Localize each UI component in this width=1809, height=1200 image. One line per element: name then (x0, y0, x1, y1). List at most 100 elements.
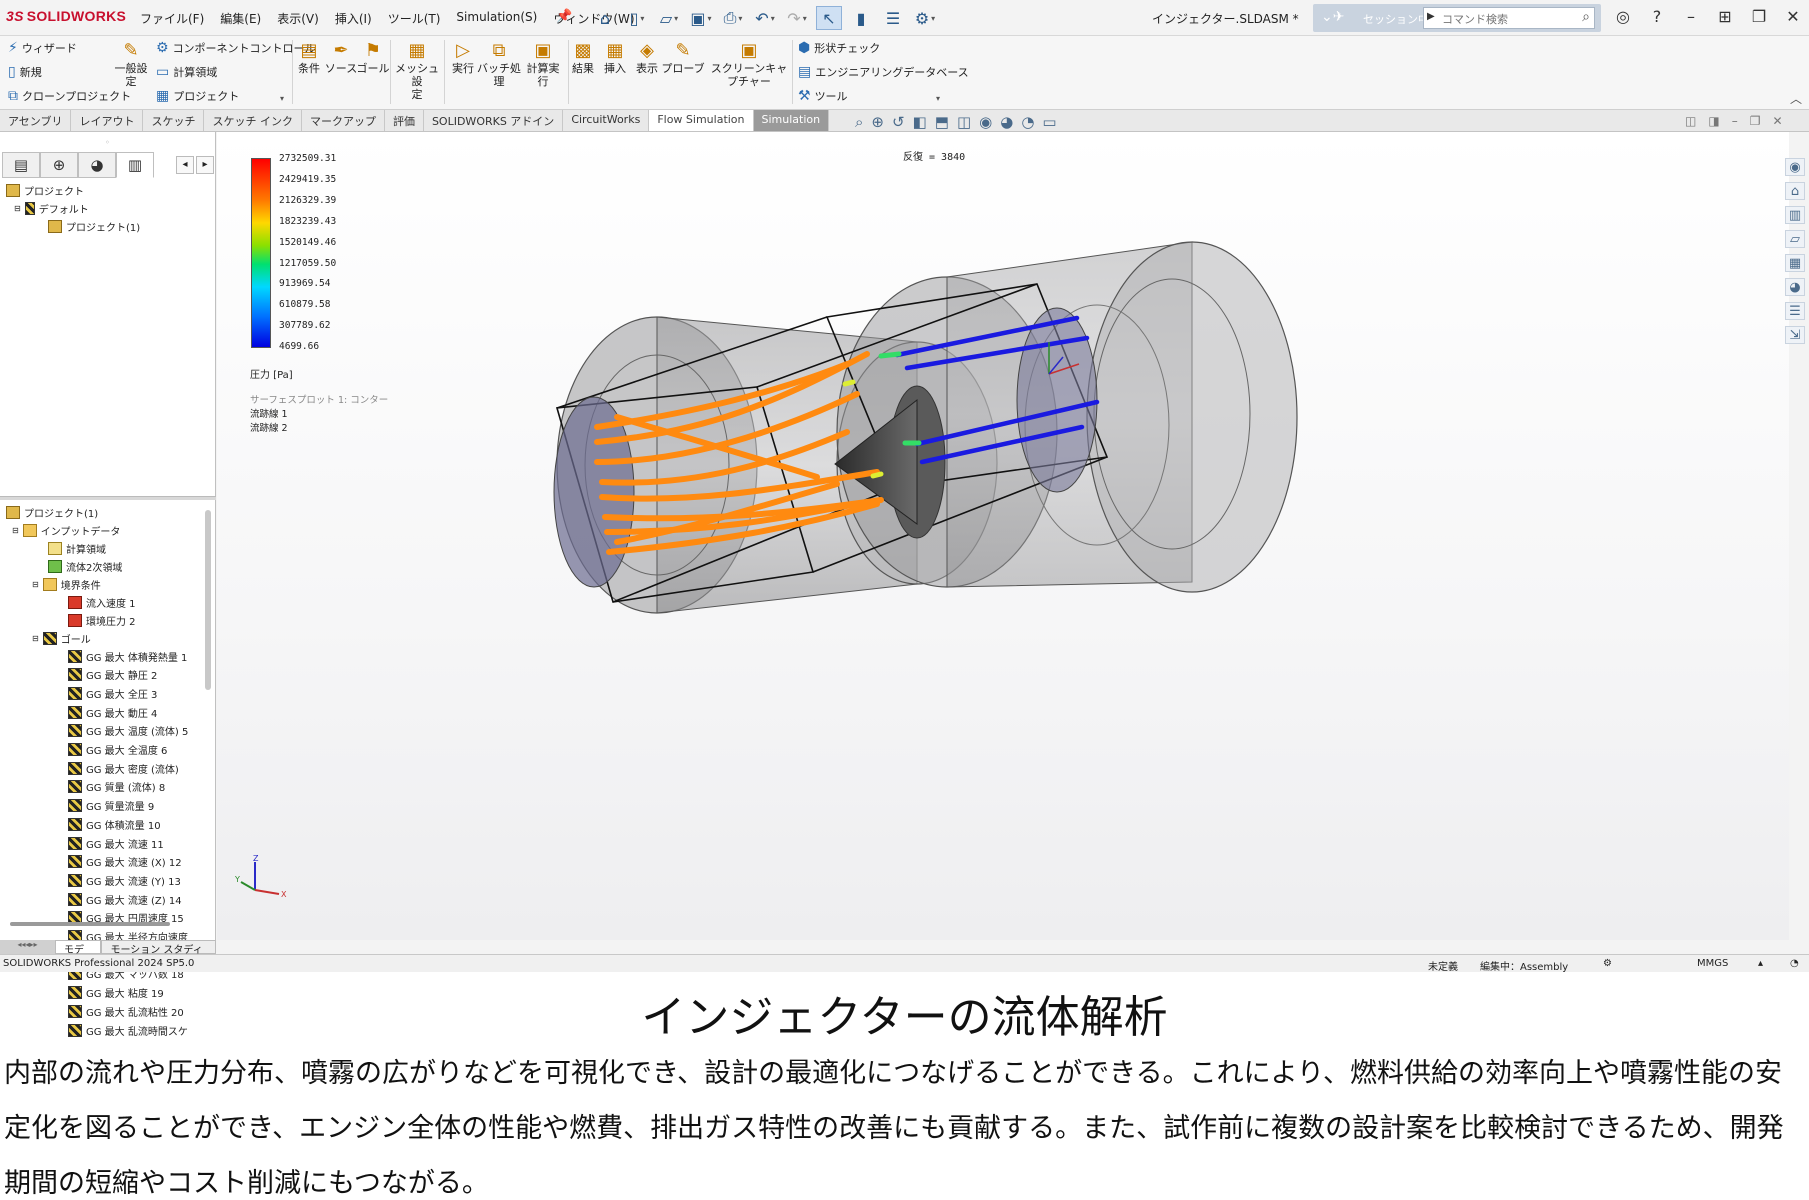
tree-item-goal[interactable]: GG 質量 (流体) 8 (68, 779, 165, 795)
pin-icon[interactable]: 📌 (556, 9, 572, 24)
model-tab-navigation-icon[interactable]: ◂◂◂▸▸ (0, 940, 55, 954)
tab-assembly[interactable]: アセンブリ (0, 110, 72, 131)
edit-appearance-icon[interactable]: ◕ (1000, 113, 1013, 131)
menu-insert[interactable]: 挿入(I) (327, 10, 380, 27)
display-style-icon[interactable]: ◫ (957, 113, 971, 131)
tree-item-goal[interactable]: GG 最大 全温度 6 (68, 742, 167, 758)
menu-simulation[interactable]: Simulation(S) (448, 10, 545, 27)
property-manager-tab-icon[interactable]: ⊕ (40, 152, 78, 178)
custom-properties-icon[interactable]: ☰ (1785, 302, 1805, 320)
tree-item-goal[interactable]: GG 最大 流速 (Y) 13 (68, 872, 181, 888)
panel-splitter[interactable] (0, 496, 216, 500)
tree-item-goal[interactable]: GG 体積流量 10 (68, 816, 161, 832)
tree-item-root[interactable]: プロジェクト(1) (6, 504, 98, 520)
view-palette-icon[interactable]: ▦ (1785, 254, 1805, 272)
panel-grip-icon[interactable]: ◦ (105, 138, 110, 147)
menu-edit[interactable]: 編集(E) (212, 10, 269, 27)
zoom-to-area-icon[interactable]: ⊕ (871, 113, 884, 131)
appearance-tab-icon[interactable]: ◕ (78, 152, 116, 178)
tree-item-environment-pressure[interactable]: 環境圧力 2 (68, 612, 136, 628)
probe-button[interactable]: ✎ プローブ (660, 40, 706, 75)
tab-circuitworks[interactable]: CircuitWorks (563, 110, 650, 131)
view-settings-icon[interactable]: ▭ (1042, 113, 1056, 131)
tree-item-goal[interactable]: GG 最大 動圧 4 (68, 704, 157, 720)
flow-analysis-tab-icon[interactable]: ▥ (116, 152, 154, 178)
previous-view-icon[interactable]: ↺ (892, 113, 905, 131)
viewport-minimize-icon[interactable]: – (1732, 114, 1738, 128)
screen-capture-button[interactable]: ▣ スクリーンキャプチャー (706, 40, 792, 88)
viewport-split-icon[interactable]: ◨ (1708, 114, 1719, 128)
mesh-settings-button[interactable]: ▦ メッシュ設 定 (394, 40, 440, 101)
viewport-tile-icon[interactable]: ◫ (1685, 114, 1696, 128)
clone-project-button[interactable]: ⧉ クローンプロジェクト (8, 88, 131, 104)
tree-item-goal[interactable]: GG 最大 流速 (Z) 14 (68, 891, 182, 907)
section-view-icon[interactable]: ◧ (913, 113, 927, 131)
tree-item-project-1[interactable]: プロジェクト(1) (48, 218, 140, 234)
minimize-icon[interactable]: – (1680, 7, 1702, 26)
options-gear-icon[interactable]: ⚙ ▾ (912, 6, 938, 30)
check-geometry-button[interactable]: ⬢ 形状チェック (798, 40, 880, 56)
tab-solidworks-addins[interactable]: SOLIDWORKS アドイン (424, 110, 564, 131)
design-library-icon[interactable]: ▥ (1785, 206, 1805, 224)
close-icon[interactable]: ✕ (1782, 7, 1804, 26)
tree-item-input-data[interactable]: ⊟ インプットデータ (12, 522, 120, 538)
appearances-icon[interactable]: ◕ (1785, 278, 1805, 296)
menu-file[interactable]: ファイル(F) (132, 10, 212, 27)
new-document-icon[interactable]: ▯ ▾ (624, 6, 650, 30)
solidworks-logo[interactable]: 3S SOLIDWORKS (6, 8, 126, 24)
select-icon[interactable]: ↖ (816, 6, 842, 30)
command-search[interactable]: ▶ ⌕ (1423, 7, 1595, 30)
tree-item-goal[interactable]: GG 最大 密度 (流体) (68, 760, 179, 776)
tab-simulation[interactable]: Simulation (753, 110, 830, 131)
dropdown-icon[interactable]: ▾ (936, 94, 940, 103)
wizard-button[interactable]: ⚡ ウィザード (8, 40, 77, 56)
tree-item-goal[interactable]: GG 最大 温度 (流体) 5 (68, 723, 188, 739)
tree-item-project[interactable]: プロジェクト (6, 182, 84, 198)
tree-item-computational-domain[interactable]: 計算領域 (48, 540, 106, 556)
redo-icon[interactable]: ↷ ▾ (784, 6, 810, 30)
tab-evaluate[interactable]: 評価 (385, 110, 424, 131)
hide-show-icon[interactable]: ◉ (979, 113, 992, 131)
restore-icon[interactable]: ❐ (1748, 7, 1770, 26)
tree-scrollbar[interactable] (205, 510, 211, 690)
rebuild-icon[interactable]: ⚙ (1603, 958, 1612, 969)
file-explorer-icon[interactable]: ▱ (1785, 230, 1805, 248)
tab-markup[interactable]: マークアップ (302, 110, 385, 131)
view-orientation-triad[interactable]: Z X Y (235, 852, 295, 902)
tree-horizontal-scrollbar[interactable] (10, 922, 170, 926)
computational-domain-button[interactable]: ▭ 計算領域 (156, 64, 217, 80)
notification-icon[interactable]: ◔ (1790, 958, 1799, 969)
tile-icon[interactable]: ⊞ (1714, 7, 1736, 26)
batch-run-button[interactable]: ⧉ バッチ処 理 (476, 40, 522, 88)
dropdown-icon[interactable]: ▾ (280, 94, 284, 103)
scroll-left-icon[interactable]: ◂ (176, 156, 194, 174)
tab-flow-simulation[interactable]: Flow Simulation (649, 110, 754, 131)
tree-item-boundary-conditions[interactable]: ⊟ 境界条件 (32, 576, 101, 592)
tree-item-goal[interactable]: GG 最大 静圧 2 (68, 667, 157, 683)
collaboration-icon[interactable]: ⌄✈ (1321, 9, 1344, 25)
project-button[interactable]: ▦ プロジェクト (156, 88, 239, 104)
general-settings-button[interactable]: ✎ 一般設 定 (108, 40, 154, 88)
tree-item-goal[interactable]: GG 最大 流速 11 (68, 835, 164, 851)
print-icon[interactable]: ⎙ ▾ (720, 6, 746, 30)
engineering-database-button[interactable]: ▤ エンジニアリングデータベース (798, 64, 969, 80)
scroll-right-icon[interactable]: ▸ (196, 156, 214, 174)
home-icon[interactable]: ⌂ (592, 6, 618, 30)
zoom-to-fit-icon[interactable]: ⌕ (855, 113, 863, 131)
tree-item-goal[interactable]: GG 質量流量 9 (68, 798, 154, 814)
command-search-input[interactable] (1424, 9, 1564, 30)
tools-button[interactable]: ⚒ ツール (798, 88, 848, 104)
menu-tools[interactable]: ツール(T) (380, 10, 449, 27)
feature-tree-tab-icon[interactable]: ▤ (2, 152, 40, 178)
viewport-restore-icon[interactable]: ❐ (1750, 114, 1761, 128)
tab-layout[interactable]: レイアウト (71, 110, 144, 131)
collapse-ribbon-icon[interactable]: ︿ (1790, 90, 1802, 107)
search-icon[interactable]: ⌕ (1582, 9, 1590, 25)
viewport-close-icon[interactable]: ✕ (1772, 114, 1782, 128)
tree-item-fluid-subdomain[interactable]: 流体2次領域 (48, 558, 122, 574)
apply-scene-icon[interactable]: ◔ (1021, 113, 1034, 131)
status-units[interactable]: MMGS (1697, 958, 1728, 969)
view-orientation-icon[interactable]: ⬒ (935, 113, 949, 131)
units-dropdown-icon[interactable]: ▴ (1758, 958, 1763, 969)
tree-item-goal[interactable]: GG 最大 全圧 3 (68, 685, 157, 701)
